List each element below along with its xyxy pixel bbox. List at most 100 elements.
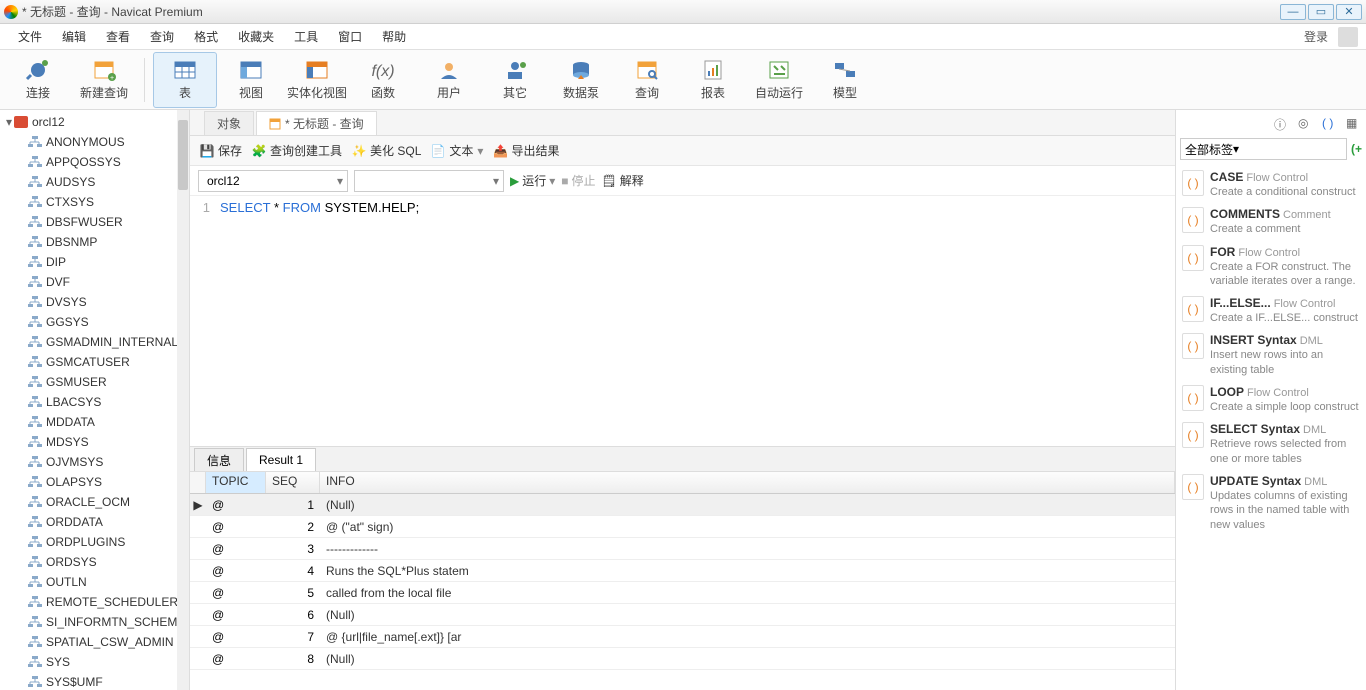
toolbar-matview[interactable]: 实体化视图 (285, 52, 349, 108)
schema-combo[interactable]: ▾ (354, 170, 504, 192)
tree-item-si_informtn_schem[interactable]: SI_INFORMTN_SCHEM (0, 612, 189, 632)
tree-item-ggsys[interactable]: GGSYS (0, 312, 189, 332)
tree-item-ctxsys[interactable]: CTXSYS (0, 192, 189, 212)
snippet-for[interactable]: ( )FORFlow ControlCreate a FOR construct… (1176, 241, 1366, 293)
info-icon[interactable]: ⓘ (1274, 116, 1288, 130)
tree-item-gsmuser[interactable]: GSMUSER (0, 372, 189, 392)
toolbar-report[interactable]: 报表 (681, 52, 745, 108)
tree-item-mddata[interactable]: MDDATA (0, 412, 189, 432)
menu-窗口[interactable]: 窗口 (328, 24, 372, 49)
tree-item-dip[interactable]: DIP (0, 252, 189, 272)
snippet-update-syntax[interactable]: ( )UPDATE SyntaxDMLUpdates columns of ex… (1176, 470, 1366, 536)
tree-item-anonymous[interactable]: ANONYMOUS (0, 132, 189, 152)
sql-editor[interactable]: 1 SELECT * FROM SYSTEM.HELP; (190, 196, 1175, 446)
table-row[interactable]: @7@ {url|file_name[.ext]} [ar (190, 626, 1175, 648)
snippet-if-else-[interactable]: ( )IF...ELSE...Flow ControlCreate a IF..… (1176, 292, 1366, 329)
tree-item-appqossys[interactable]: APPQOSSYS (0, 152, 189, 172)
col-seq[interactable]: SEQ (266, 472, 320, 493)
text-button[interactable]: 📄文本▾ (431, 142, 483, 159)
tree-item-lbacsys[interactable]: LBACSYS (0, 392, 189, 412)
brackets-icon[interactable]: ( ) (1322, 116, 1336, 130)
col-info[interactable]: INFO (320, 472, 1175, 493)
tree-item-dvf[interactable]: DVF (0, 272, 189, 292)
tree-item-ojvmsys[interactable]: OJVMSYS (0, 452, 189, 472)
table-row[interactable]: @2@ ("at" sign) (190, 516, 1175, 538)
connection-combo[interactable]: orcl12 ▾ (198, 170, 348, 192)
toolbar-query[interactable]: 查询 (615, 52, 679, 108)
beautify-button[interactable]: ✨美化 SQL (352, 142, 421, 159)
tree-item-dvsys[interactable]: DVSYS (0, 292, 189, 312)
tree-item-remote_scheduler_[interactable]: REMOTE_SCHEDULER_ (0, 592, 189, 612)
tree-root-orcl12[interactable]: ▾ orcl12 (0, 112, 189, 132)
toolbar-pump[interactable]: 数据泵 (549, 52, 613, 108)
table-row[interactable]: @6(Null) (190, 604, 1175, 626)
tree-item-audsys[interactable]: AUDSYS (0, 172, 189, 192)
toolbar-newquery[interactable]: +新建查询 (72, 52, 136, 108)
tab-query[interactable]: * 无标题 - 查询 (256, 111, 377, 135)
snippet-loop[interactable]: ( )LOOPFlow ControlCreate a simple loop … (1176, 381, 1366, 418)
tree-item-gsmadmin_internal[interactable]: GSMADMIN_INTERNAL (0, 332, 189, 352)
run-button[interactable]: ▶运行▾ (510, 172, 555, 189)
user-avatar[interactable] (1338, 27, 1358, 47)
maximize-button[interactable]: ▭ (1308, 4, 1334, 20)
tree-item-gsmcatuser[interactable]: GSMCATUSER (0, 352, 189, 372)
tree-item-mdsys[interactable]: MDSYS (0, 432, 189, 452)
result-tab-info[interactable]: 信息 (194, 448, 244, 471)
menu-帮助[interactable]: 帮助 (372, 24, 416, 49)
tree-item-olapsys[interactable]: OLAPSYS (0, 472, 189, 492)
sidebar-scrollbar[interactable] (177, 110, 189, 690)
menu-格式[interactable]: 格式 (184, 24, 228, 49)
close-button[interactable]: ✕ (1336, 4, 1362, 20)
col-topic[interactable]: TOPIC (206, 472, 266, 493)
stop-button[interactable]: ■停止 (561, 172, 595, 189)
tree-item-spatial_csw_admin[interactable]: SPATIAL_CSW_ADMIN (0, 632, 189, 652)
menu-文件[interactable]: 文件 (8, 24, 52, 49)
menu-查询[interactable]: 查询 (140, 24, 184, 49)
grid-icon[interactable]: ▦ (1346, 116, 1360, 130)
login-link[interactable]: 登录 (1304, 28, 1328, 45)
export-button[interactable]: 📤导出结果 (493, 142, 559, 159)
table-row[interactable]: @8(Null) (190, 648, 1175, 670)
toolbar-other[interactable]: 其它 (483, 52, 547, 108)
toolbar-fx[interactable]: f(x)函数 (351, 52, 415, 108)
tab-objects[interactable]: 对象 (204, 111, 254, 135)
toolbar-view[interactable]: 视图 (219, 52, 283, 108)
table-row[interactable]: ▶@1(Null) (190, 494, 1175, 516)
menu-工具[interactable]: 工具 (284, 24, 328, 49)
minimize-button[interactable]: — (1280, 4, 1306, 20)
target-icon[interactable]: ◎ (1298, 116, 1312, 130)
result-tab-result1[interactable]: Result 1 (246, 448, 316, 471)
menu-查看[interactable]: 查看 (96, 24, 140, 49)
menu-收藏夹[interactable]: 收藏夹 (228, 24, 284, 49)
snippet-case[interactable]: ( )CASEFlow ControlCreate a conditional … (1176, 166, 1366, 203)
tree-item-dbsnmp[interactable]: DBSNMP (0, 232, 189, 252)
tree-item-sys[interactable]: SYS (0, 652, 189, 672)
toolbar-model[interactable]: 模型 (813, 52, 877, 108)
schema-icon (28, 176, 42, 188)
tree-item-dbsfwuser[interactable]: DBSFWUSER (0, 212, 189, 232)
tree-item-ordplugins[interactable]: ORDPLUGINS (0, 532, 189, 552)
tree-item-ordsys[interactable]: ORDSYS (0, 552, 189, 572)
add-snippet-button[interactable]: (+ (1351, 142, 1362, 156)
toolbar-auto[interactable]: 自动运行 (747, 52, 811, 108)
menu-编辑[interactable]: 编辑 (52, 24, 96, 49)
table-row[interactable]: @5called from the local file (190, 582, 1175, 604)
snippet-comments[interactable]: ( )COMMENTSCommentCreate a comment (1176, 203, 1366, 240)
save-button[interactable]: 💾保存 (200, 142, 242, 159)
tree-item-outln[interactable]: OUTLN (0, 572, 189, 592)
snippet-insert-syntax[interactable]: ( )INSERT SyntaxDMLInsert new rows into … (1176, 329, 1366, 381)
tree-item-oracle_ocm[interactable]: ORACLE_OCM (0, 492, 189, 512)
toolbar-plug[interactable]: 连接 (6, 52, 70, 108)
table-icon (171, 58, 199, 82)
tag-filter-combo[interactable]: 全部标签 ▾ (1180, 138, 1347, 160)
tree-item-orddata[interactable]: ORDDATA (0, 512, 189, 532)
table-row[interactable]: @3------------- (190, 538, 1175, 560)
query-builder-button[interactable]: 🧩查询创建工具 (252, 142, 342, 159)
table-row[interactable]: @4Runs the SQL*Plus statem (190, 560, 1175, 582)
snippet-select-syntax[interactable]: ( )SELECT SyntaxDMLRetrieve rows selecte… (1176, 418, 1366, 470)
toolbar-table[interactable]: 表 (153, 52, 217, 108)
tree-item-sys$umf[interactable]: SYS$UMF (0, 672, 189, 690)
explain-button[interactable]: 🗒解释 (602, 172, 644, 189)
toolbar-user[interactable]: 用户 (417, 52, 481, 108)
plug-icon (24, 58, 52, 82)
